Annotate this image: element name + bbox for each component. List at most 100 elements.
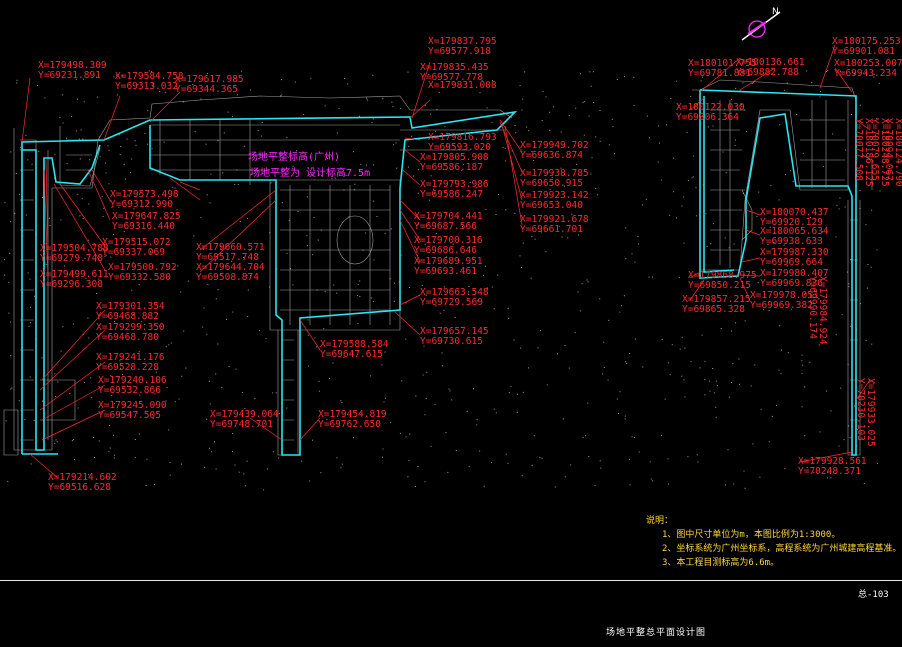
ground-dot [376,216,378,217]
ground-dot [310,77,312,79]
ground-dot [449,390,451,392]
ground-dot [738,358,740,360]
ground-dot [222,172,224,174]
ground-dot [366,164,368,166]
ground-dot [357,295,358,297]
coordinate-y: Y=69508.874 [196,272,259,283]
ground-dot [756,216,758,218]
ground-dot [454,317,456,318]
ground-dot [18,400,20,402]
ground-dot [153,484,155,485]
ground-dot [690,361,692,363]
ground-dot [370,297,372,299]
ground-dot [586,279,588,281]
coordinate-label: X=179573.498Y=69312.990 [110,189,179,210]
ground-dot [237,183,239,185]
ground-dot [73,439,75,441]
ground-dot [479,450,481,452]
ground-dot [294,81,296,83]
ground-dot [16,82,18,84]
ground-dot [750,385,752,387]
ground-dot [286,407,288,409]
ground-dot [491,286,493,288]
ground-dot [405,338,407,340]
coordinate-label: X=179504.788Y=69279.748 [40,243,109,264]
ground-dot [425,104,426,106]
coordinate-label: X=179644.704Y=69508.874 [196,262,265,283]
ground-dot [278,413,280,415]
ground-dot [10,321,12,323]
ground-dot [587,281,589,283]
ground-dot [779,325,781,327]
ground-dot [29,376,31,378]
ground-dot [575,163,577,165]
ground-dot [865,224,867,226]
ground-dot [280,95,281,97]
ground-dot [226,318,227,320]
ground-dot [316,346,318,348]
ground-dot [215,298,217,300]
ground-dot [439,312,441,314]
coordinate-label: X=179498.309Y=69231.891 [38,60,107,81]
ground-dot [661,338,663,340]
ground-dot [441,365,443,367]
coordinate-y: Y=69661.701 [520,224,583,235]
ground-dot [247,289,249,291]
ground-dot [832,133,834,135]
ground-dot [624,418,626,420]
ground-dot [859,104,861,106]
coordinate-y: Y=69547.505 [98,410,161,421]
coordinate-y: Y=70094.067 [883,118,894,181]
ground-dot [528,130,530,132]
ground-dot [642,366,644,368]
ground-dot [66,137,68,139]
ground-dot [533,435,535,437]
ground-dot [383,401,385,403]
ground-dot [687,456,689,458]
ground-dot [785,174,786,175]
ground-dot [521,475,523,477]
ground-dot [507,462,509,464]
ground-dot [49,225,51,226]
ground-dot [409,433,411,435]
ground-dot [332,362,334,364]
ground-dot [254,398,256,400]
ground-dot [568,367,570,369]
ground-dot [709,390,711,392]
ground-dot [801,372,803,374]
ground-dot [168,429,170,431]
ground-dot [669,214,671,216]
ground-dot [259,330,260,332]
ground-dot [414,486,416,487]
ground-dot [510,385,512,387]
ground-dot [502,146,504,148]
ground-dot [683,242,685,244]
ground-dot [208,447,210,449]
ground-dot [455,450,457,451]
ground-dot [539,456,541,458]
coordinate-y: Y=69312.990 [110,199,173,210]
ground-dot [168,344,170,346]
ground-dot [731,330,732,332]
coordinate-y: Y=69850.215 [688,280,751,291]
ground-dot [599,298,601,300]
ground-dot [108,451,110,453]
ground-dot [724,237,726,239]
ground-dot [725,484,726,486]
ground-dot [593,102,595,103]
ground-dot [780,373,782,375]
ground-dot [235,368,237,370]
ground-dot [522,98,524,100]
ground-dot [575,107,577,109]
ground-dot [670,98,672,99]
ground-dot [739,383,740,385]
ground-dot [574,332,576,334]
ground-dot [16,79,18,81]
coordinate-label: X=180065.634Y=69938.633 [760,226,829,247]
coordinate-y: Y=70248.371 [798,466,861,477]
ground-dot [691,177,693,179]
note-item-3: 3、本工程目测标高为6.6m。 [662,558,780,568]
ground-dot [827,70,829,72]
coordinate-label: X=179928.561Y=70248.371 [798,456,867,477]
ground-dot [391,101,393,103]
